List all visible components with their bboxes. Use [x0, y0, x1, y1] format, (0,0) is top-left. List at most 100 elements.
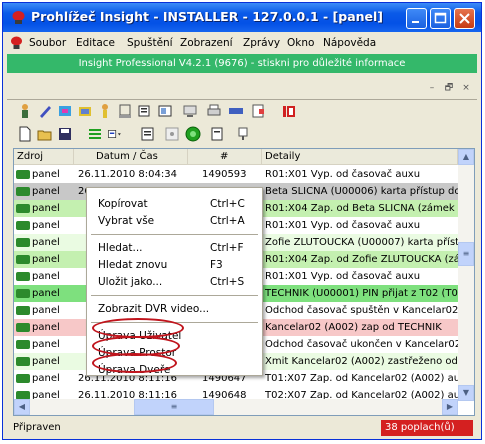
highlight-oval	[92, 318, 184, 338]
network-icon[interactable]	[182, 103, 198, 119]
door-icon[interactable]	[77, 103, 93, 119]
insight-logo-icon[interactable]	[281, 103, 297, 119]
alarm-indicator[interactable]: 38 poplach(ů)	[381, 420, 473, 436]
maximize-button[interactable]	[430, 8, 451, 29]
open-folder-icon[interactable]	[37, 126, 53, 142]
controller-icon[interactable]	[117, 103, 133, 119]
report-icon[interactable]	[137, 103, 153, 119]
cell-det: Odchod časovač spuštěn v Kancelar02 (	[265, 305, 458, 316]
new-file-icon[interactable]	[17, 126, 33, 142]
panel-icon	[16, 170, 30, 179]
cell-src: panel	[32, 169, 60, 180]
cell-det: R01:X04 Zap. od Zofie ZLUTOUCKA (zár	[265, 254, 458, 265]
menu-okno[interactable]: Okno	[287, 37, 314, 49]
cell-det: R01:X01 Vyp. od časovač auxu	[265, 220, 421, 231]
edit-pen-icon[interactable]	[37, 103, 53, 119]
cell-src: panel	[32, 237, 60, 248]
panel-icon	[16, 340, 30, 349]
cell-det: Beta SLICNA (U00006) karta přístup do	[265, 186, 458, 197]
cell-src: panel	[32, 288, 60, 299]
panel-icon	[16, 323, 30, 332]
menu-napoveda[interactable]: Nápověda	[323, 37, 376, 49]
app-icon	[12, 11, 25, 24]
mdi-close-button[interactable]: ×	[459, 81, 473, 95]
close-button[interactable]	[454, 8, 475, 29]
cell-det: Zofie ZLUTOUCKA (U00007) karta přístu	[265, 237, 458, 248]
panel-icon	[16, 187, 30, 196]
star-icon[interactable]	[164, 126, 180, 142]
menu-spusteni[interactable]: Spuštění	[127, 37, 173, 49]
title-bar[interactable]: Prohlížeč Insight - INSTALLER - 127.0.0.…	[3, 3, 481, 32]
column-header-zdroj[interactable]: Zdroj	[14, 149, 74, 165]
list-view-icon[interactable]	[87, 126, 103, 142]
stand-icon[interactable]	[235, 126, 251, 142]
panel-icon	[16, 289, 30, 298]
menu-bar: Soubor Editace Spuštění Zobrazení Zprávy…	[3, 33, 481, 53]
menu-item-kopirovat[interactable]: Kopírovat Ctrl+C	[87, 196, 262, 213]
mdi-restore-button[interactable]: 🗗	[442, 81, 456, 95]
cell-det: R01:X01 Vyp. od časovač auxu	[265, 271, 421, 282]
user-icon[interactable]	[17, 103, 33, 119]
cell-src: panel	[32, 271, 60, 282]
printer-icon[interactable]	[206, 103, 222, 119]
minimize-button[interactable]	[406, 8, 427, 29]
panel-icon	[16, 374, 30, 383]
horizontal-scrollbar[interactable]: ◀ ≡ ▶	[14, 399, 458, 415]
info-bar[interactable]: Insight Professional V4.2.1 (9676) - sti…	[7, 54, 477, 73]
cell-det: T01:X07 Zap. od Kancelar02 (A002) aux	[265, 373, 458, 384]
close-icon	[459, 13, 470, 24]
menu-separator	[91, 234, 258, 235]
event-list-icon[interactable]	[140, 126, 156, 142]
cell-src: panel	[32, 186, 60, 197]
scroll-left-button[interactable]: ◀	[14, 399, 30, 415]
panel-icon	[16, 238, 30, 247]
mdi-child-controls: – 🗗 ×	[7, 77, 477, 100]
cell-det: R01:X04 Zap. od Beta SLICNA (zámek d	[265, 203, 458, 214]
menu-item-hledat-znovu[interactable]: Hledat znovu F3	[87, 257, 262, 274]
column-header-datum-cas[interactable]: Datum / Čas	[74, 149, 188, 165]
person-yellow-icon[interactable]	[97, 103, 113, 119]
scroll-right-button[interactable]: ▶	[442, 399, 458, 415]
panel-icon	[16, 357, 30, 366]
panel-icon	[16, 272, 30, 281]
status-text: Připraven	[13, 422, 61, 433]
vertical-scrollbar[interactable]: ▲ ≡ ▼	[458, 149, 474, 401]
save-icon[interactable]	[57, 126, 73, 142]
cell-src: panel	[32, 203, 60, 214]
menu-item-zobrazit-dvr[interactable]: Zobrazit DVR video...	[87, 301, 262, 318]
scroll-thumb[interactable]: ≡	[458, 242, 474, 266]
toolbar-top	[7, 100, 477, 122]
area-icon[interactable]	[57, 103, 73, 119]
panel-icon	[16, 306, 30, 315]
app-menu-icon[interactable]	[10, 36, 23, 50]
highlight-oval	[92, 353, 177, 373]
window-title: Prohlížeč Insight - INSTALLER - 127.0.0.…	[31, 9, 384, 24]
menu-separator	[91, 295, 258, 296]
hscroll-thumb[interactable]: ≡	[134, 399, 214, 415]
menu-soubor[interactable]: Soubor	[29, 37, 66, 49]
alarm-count: 38 poplach(ů)	[385, 422, 455, 433]
document-icon[interactable]	[250, 103, 266, 119]
table-row[interactable]: panel 26.11.2010 8:04:34 1490593 R01:X01 Vy…	[14, 166, 464, 183]
scroll-up-button[interactable]: ▲	[458, 149, 474, 165]
panel-icon	[16, 255, 30, 264]
menu-zpravy[interactable]: Zprávy	[243, 37, 280, 49]
clipboard-icon[interactable]	[209, 126, 225, 142]
menu-editace[interactable]: Editace	[76, 37, 115, 49]
panel-icon	[16, 221, 30, 230]
card-icon[interactable]	[157, 103, 173, 119]
keypad-icon[interactable]	[228, 103, 244, 119]
menu-item-ulozit-jako[interactable]: Uložit jako... Ctrl+S	[87, 274, 262, 291]
menu-item-vybrat-vse[interactable]: Vybrat vše Ctrl+A	[87, 213, 262, 230]
mdi-minimize-button[interactable]: –	[425, 81, 439, 95]
column-header-number[interactable]: #	[188, 149, 262, 165]
minimize-icon	[412, 21, 419, 23]
menu-zobrazeni[interactable]: Zobrazení	[180, 37, 233, 49]
live-monitor-icon[interactable]	[185, 126, 201, 142]
column-header-detaily[interactable]: Detaily	[262, 149, 458, 165]
cell-src: panel	[32, 339, 60, 350]
menu-item-hledat[interactable]: Hledat... Ctrl+F	[87, 240, 262, 257]
scroll-down-button[interactable]: ▼	[458, 385, 474, 401]
cell-det: TECHNIK (U00001) PIN přijat z T02 (T02	[265, 288, 458, 299]
filter-dropdown-icon[interactable]	[107, 126, 123, 142]
